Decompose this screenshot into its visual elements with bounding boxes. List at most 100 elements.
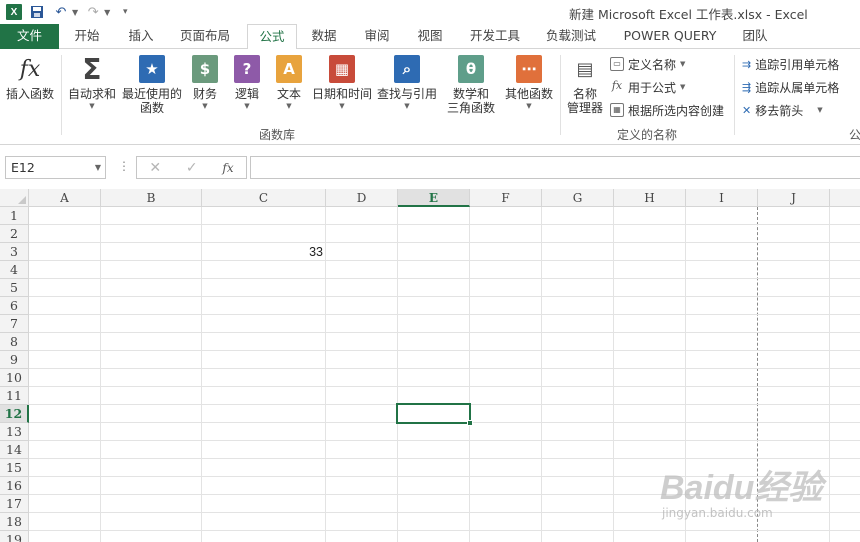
redo-icon[interactable]: ↷: [84, 3, 102, 21]
redo-dropdown-icon[interactable]: ▼: [104, 8, 110, 17]
recently-used-button[interactable]: ★ 最近使用的 函数: [120, 55, 184, 115]
math-trig-button[interactable]: θ 数学和 三角函数: [441, 55, 501, 115]
row-header-16[interactable]: 16: [0, 477, 29, 495]
row-header-10[interactable]: 10: [0, 369, 29, 387]
row-header-1[interactable]: 1: [0, 207, 29, 225]
remove-arrows-label: 移去箭头: [755, 103, 804, 118]
row-header-9[interactable]: 9: [0, 351, 29, 369]
use-in-formula-label: 用于公式: [628, 80, 677, 95]
text-a-icon: A: [276, 55, 302, 83]
chevron-down-icon: ▼: [526, 102, 532, 110]
question-icon: ?: [234, 55, 260, 83]
gridline: [29, 224, 860, 225]
date-time-button[interactable]: ▦ 日期和时间 ▼: [311, 55, 373, 111]
math-label-2: 三角函数: [446, 101, 495, 115]
gridline: [541, 207, 542, 542]
tab-load-test[interactable]: 负载测试: [538, 24, 604, 49]
trace-precedents-button[interactable]: ⇉ 追踪引用单元格: [742, 54, 839, 74]
name-box[interactable]: E12 ▼: [5, 156, 106, 179]
column-header-f[interactable]: F: [470, 189, 542, 207]
column-header-c[interactable]: C: [202, 189, 326, 207]
save-icon[interactable]: [28, 3, 46, 21]
row-header-14[interactable]: 14: [0, 441, 29, 459]
name-box-value: E12: [11, 160, 35, 175]
tab-developer[interactable]: 开发工具: [462, 24, 528, 49]
row-header-17[interactable]: 17: [0, 495, 29, 513]
formula-bar-grip-icon[interactable]: ⋮: [118, 159, 130, 173]
customize-qat-icon[interactable]: ▾: [116, 3, 134, 21]
column-header-a[interactable]: A: [29, 189, 101, 207]
undo-dropdown-icon[interactable]: ▼: [72, 8, 78, 17]
column-header-g[interactable]: G: [542, 189, 614, 207]
chevron-down-icon: ▼: [244, 102, 250, 110]
auditing-group-label: 公: [849, 128, 860, 142]
row-header-8[interactable]: 8: [0, 333, 29, 351]
use-in-formula-button[interactable]: fx 用于公式 ▼: [610, 77, 686, 97]
select-all-button[interactable]: [0, 189, 29, 207]
gridline: [29, 368, 860, 369]
row-header-15[interactable]: 15: [0, 459, 29, 477]
lookup-button[interactable]: ⌕ 查找与引用 ▼: [376, 55, 438, 111]
column-header-h[interactable]: H: [614, 189, 686, 207]
text-button[interactable]: A 文本 ▼: [272, 55, 306, 111]
row-header-3[interactable]: 3: [0, 243, 29, 261]
row-header-7[interactable]: 7: [0, 315, 29, 333]
chevron-down-icon: ▼: [680, 83, 686, 91]
tab-review[interactable]: 审阅: [356, 24, 398, 49]
tab-home[interactable]: 开始: [66, 24, 108, 49]
tab-team[interactable]: 团队: [734, 24, 776, 49]
column-header-b[interactable]: B: [101, 189, 202, 207]
define-name-button[interactable]: ▭ 定义名称 ▼: [610, 54, 685, 74]
name-manager-label: 名称: [572, 87, 597, 101]
logical-button[interactable]: ? 逻辑 ▼: [230, 55, 264, 111]
column-header-d[interactable]: D: [326, 189, 398, 207]
trace-dependents-button[interactable]: ⇶ 追踪从属单元格: [742, 77, 839, 97]
row-header-2[interactable]: 2: [0, 225, 29, 243]
tab-page-layout[interactable]: 页面布局: [172, 24, 238, 49]
window-title: 新建 Microsoft Excel 工作表.xlsx - Excel: [569, 7, 808, 22]
baidu-watermark: Baidu经验 jingyan.baidu.com: [660, 440, 860, 542]
cell-c3[interactable]: 33: [202, 244, 323, 261]
tab-data[interactable]: 数据: [303, 24, 345, 49]
fill-handle[interactable]: [467, 420, 473, 426]
autosum-button[interactable]: Σ 自动求和 ▼: [66, 53, 118, 111]
remove-arrows-button[interactable]: ✕ 移去箭头 ▼: [742, 100, 823, 120]
create-from-selection-label: 根据所选内容创建: [628, 103, 725, 118]
cancel-icon[interactable]: ✕: [149, 160, 161, 176]
function-library-group-label: 函数库: [259, 128, 296, 142]
theta-icon: θ: [458, 55, 484, 83]
insert-function-icon[interactable]: fx: [222, 161, 233, 175]
tab-view[interactable]: 视图: [409, 24, 451, 49]
row-header-6[interactable]: 6: [0, 297, 29, 315]
name-manager-button[interactable]: ▤ 名称 管理器: [566, 55, 604, 116]
tab-formulas[interactable]: 公式: [247, 24, 297, 50]
row-header-11[interactable]: 11: [0, 387, 29, 405]
column-header-j[interactable]: J: [758, 189, 830, 207]
gridline: [29, 314, 860, 315]
chevron-down-icon[interactable]: ▼: [95, 157, 101, 178]
formula-input[interactable]: [250, 156, 860, 179]
tab-power-query[interactable]: POWER QUERY: [616, 24, 724, 49]
row-header-5[interactable]: 5: [0, 279, 29, 297]
column-header-i[interactable]: I: [686, 189, 758, 207]
row-header-12[interactable]: 12: [0, 405, 29, 423]
enter-icon[interactable]: ✓: [186, 160, 198, 176]
column-header-k[interactable]: [830, 189, 860, 207]
row-header-19[interactable]: 19: [0, 531, 29, 542]
row-header-13[interactable]: 13: [0, 423, 29, 441]
text-label: 文本: [276, 87, 301, 101]
create-from-selection-button[interactable]: ▦ 根据所选内容创建: [610, 100, 724, 120]
insert-function-button[interactable]: fx 插入函数: [4, 55, 56, 102]
separator: [61, 55, 62, 135]
recently-used-label: 最近使用的: [121, 87, 182, 101]
tab-file[interactable]: 文件: [0, 24, 59, 49]
undo-icon[interactable]: ↶: [52, 3, 70, 21]
tab-insert[interactable]: 插入: [119, 24, 163, 49]
active-cell-e12[interactable]: [396, 403, 473, 426]
more-functions-button[interactable]: ⋯ 其他函数 ▼: [503, 55, 555, 111]
row-header-18[interactable]: 18: [0, 513, 29, 531]
coins-icon: $: [192, 55, 218, 83]
row-header-4[interactable]: 4: [0, 261, 29, 279]
column-header-e[interactable]: E: [398, 189, 470, 207]
financial-button[interactable]: $ 财务 ▼: [188, 55, 222, 111]
